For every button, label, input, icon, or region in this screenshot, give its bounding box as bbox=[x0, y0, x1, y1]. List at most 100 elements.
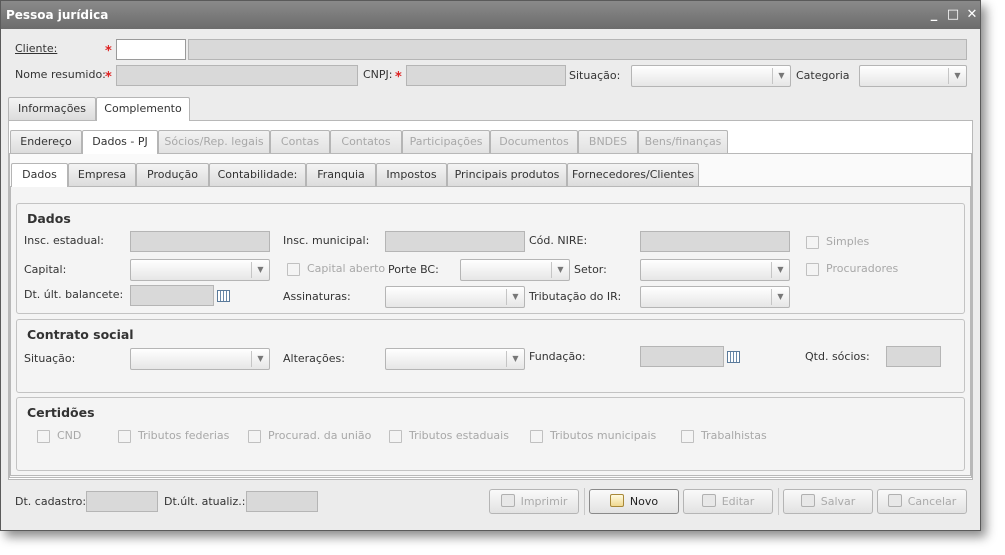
capital-aberto-label: Capital aberto bbox=[307, 262, 386, 275]
trabalhistas-checkbox[interactable] bbox=[681, 430, 694, 443]
tab-principais-produtos[interactable]: Principais produtos bbox=[447, 163, 567, 186]
cliente-label: Cliente: bbox=[15, 42, 58, 55]
chevron-down-icon: ▼ bbox=[948, 68, 966, 84]
cnd-checkbox[interactable] bbox=[37, 430, 50, 443]
contrato-social-title: Contrato social bbox=[27, 327, 134, 342]
imprimir-button[interactable]: Imprimir bbox=[489, 489, 579, 514]
title-bar: Pessoa jurídica _ □ ✕ bbox=[1, 1, 980, 29]
setor-label: Setor: bbox=[574, 263, 607, 276]
nome-resumido-label: Nome resumido: bbox=[15, 68, 106, 81]
tab-complemento[interactable]: Complemento bbox=[96, 97, 190, 121]
tab-empresa[interactable]: Empresa bbox=[68, 163, 136, 186]
insc-municipal-input[interactable] bbox=[385, 231, 525, 252]
dt-cadastro-input[interactable] bbox=[86, 491, 158, 512]
simples-checkbox[interactable] bbox=[806, 236, 819, 249]
porte-bc-label: Porte BC: bbox=[388, 263, 439, 276]
insc-estadual-label: Insc. estadual: bbox=[24, 234, 104, 247]
categoria-select[interactable]: ▼ bbox=[859, 65, 967, 87]
alteracoes-select[interactable]: ▼ bbox=[385, 348, 525, 370]
porte-bc-select[interactable]: ▼ bbox=[460, 259, 570, 281]
situacao-label: Situação: bbox=[569, 69, 621, 82]
editar-button[interactable]: Editar bbox=[683, 489, 773, 514]
cod-nire-input[interactable] bbox=[640, 231, 790, 252]
tributacao-ir-label: Tributação do IR: bbox=[529, 290, 622, 303]
setor-select[interactable]: ▼ bbox=[640, 259, 790, 281]
chevron-down-icon: ▼ bbox=[772, 68, 790, 84]
tributacao-ir-select[interactable]: ▼ bbox=[640, 286, 790, 308]
alteracoes-label: Alterações: bbox=[283, 352, 345, 365]
novo-label: Novo bbox=[629, 495, 659, 508]
required-mark: * bbox=[395, 70, 402, 85]
tab-bens-financas: Bens/finanças bbox=[638, 130, 728, 153]
tab-producao[interactable]: Produção bbox=[136, 163, 209, 186]
salvar-button[interactable]: Salvar bbox=[783, 489, 873, 514]
tab-dados[interactable]: Dados bbox=[11, 163, 68, 187]
cliente-name-input[interactable] bbox=[188, 39, 967, 60]
fundacao-input[interactable] bbox=[640, 346, 724, 367]
tab-franquia[interactable]: Franquia bbox=[306, 163, 376, 186]
tributos-municipais-checkbox[interactable] bbox=[530, 430, 543, 443]
required-mark: * bbox=[105, 44, 112, 59]
undo-icon bbox=[887, 494, 902, 507]
divider bbox=[778, 488, 779, 515]
tab-bndes: BNDES bbox=[578, 130, 638, 153]
window-title: Pessoa jurídica bbox=[6, 8, 109, 22]
tab-dados-pj[interactable]: Dados - PJ bbox=[82, 130, 158, 154]
divider bbox=[584, 488, 585, 515]
contrato-situacao-select[interactable]: ▼ bbox=[130, 348, 270, 370]
tab-impostos[interactable]: Impostos bbox=[376, 163, 447, 186]
qtd-socios-input[interactable] bbox=[886, 346, 941, 367]
cnpj-input[interactable] bbox=[406, 65, 566, 86]
cnpj-label: CNPJ: bbox=[363, 68, 393, 81]
tributos-municipais-label: Tributos municipais bbox=[550, 429, 657, 442]
maximize-button[interactable]: □ bbox=[944, 1, 962, 29]
insc-estadual-input[interactable] bbox=[130, 231, 270, 252]
tributos-federias-checkbox[interactable] bbox=[118, 430, 131, 443]
imprimir-label: Imprimir bbox=[520, 495, 568, 508]
chevron-down-icon: ▼ bbox=[771, 289, 789, 305]
capital-select[interactable]: ▼ bbox=[130, 259, 270, 281]
procuradores-checkbox[interactable] bbox=[806, 263, 819, 276]
trabalhistas-label: Trabalhistas bbox=[701, 429, 767, 442]
simples-label: Simples bbox=[826, 235, 870, 248]
cod-nire-label: Cód. NIRE: bbox=[529, 234, 588, 247]
tributos-estaduais-checkbox[interactable] bbox=[389, 430, 402, 443]
close-button[interactable]: ✕ bbox=[963, 1, 981, 29]
capital-label: Capital: bbox=[24, 263, 67, 276]
dt-balancete-input[interactable] bbox=[130, 285, 214, 306]
dt-atualiz-input[interactable] bbox=[246, 491, 318, 512]
cancelar-button[interactable]: Cancelar bbox=[877, 489, 967, 514]
chevron-down-icon: ▼ bbox=[771, 262, 789, 278]
minimize-button[interactable]: _ bbox=[925, 1, 943, 29]
cliente-code-input[interactable] bbox=[116, 39, 186, 60]
situacao-select[interactable]: ▼ bbox=[631, 65, 791, 87]
edit-icon bbox=[701, 494, 716, 507]
calendar-icon[interactable] bbox=[727, 351, 740, 363]
tab-socios: Sócios/Rep. legais bbox=[158, 130, 270, 153]
tab-fornecedores-clientes[interactable]: Fornecedores/Clientes bbox=[567, 163, 699, 186]
dt-cadastro-label: Dt. cadastro: bbox=[15, 495, 87, 508]
procurad-uniao-checkbox[interactable] bbox=[248, 430, 261, 443]
tributos-estaduais-label: Tributos estaduais bbox=[409, 429, 509, 442]
contrato-situacao-label: Situação: bbox=[24, 352, 76, 365]
tab-contatos: Contatos bbox=[330, 130, 402, 153]
tab-contabilidade[interactable]: Contabilidade: bbox=[209, 163, 306, 186]
assinaturas-label: Assinaturas: bbox=[283, 290, 351, 303]
assinaturas-select[interactable]: ▼ bbox=[385, 286, 525, 308]
dt-atualiz-label: Dt.últ. atualiz.: bbox=[164, 495, 246, 508]
tab-endereco[interactable]: Endereço bbox=[10, 130, 82, 153]
required-mark: * bbox=[105, 70, 112, 85]
chevron-down-icon: ▼ bbox=[506, 351, 524, 367]
insc-municipal-label: Insc. municipal: bbox=[283, 234, 370, 247]
chevron-down-icon: ▼ bbox=[251, 351, 269, 367]
qtd-socios-label: Qtd. sócios: bbox=[805, 350, 870, 363]
dados-group-title: Dados bbox=[27, 211, 71, 226]
tab-participacoes: Participações bbox=[402, 130, 490, 153]
capital-aberto-checkbox[interactable] bbox=[287, 263, 300, 276]
calendar-icon[interactable] bbox=[217, 290, 230, 302]
nome-resumido-input[interactable] bbox=[116, 65, 358, 86]
novo-button[interactable]: Novo bbox=[589, 489, 679, 514]
chevron-down-icon: ▼ bbox=[506, 289, 524, 305]
tab-informacoes[interactable]: Informações bbox=[8, 97, 96, 120]
editar-label: Editar bbox=[721, 495, 755, 508]
